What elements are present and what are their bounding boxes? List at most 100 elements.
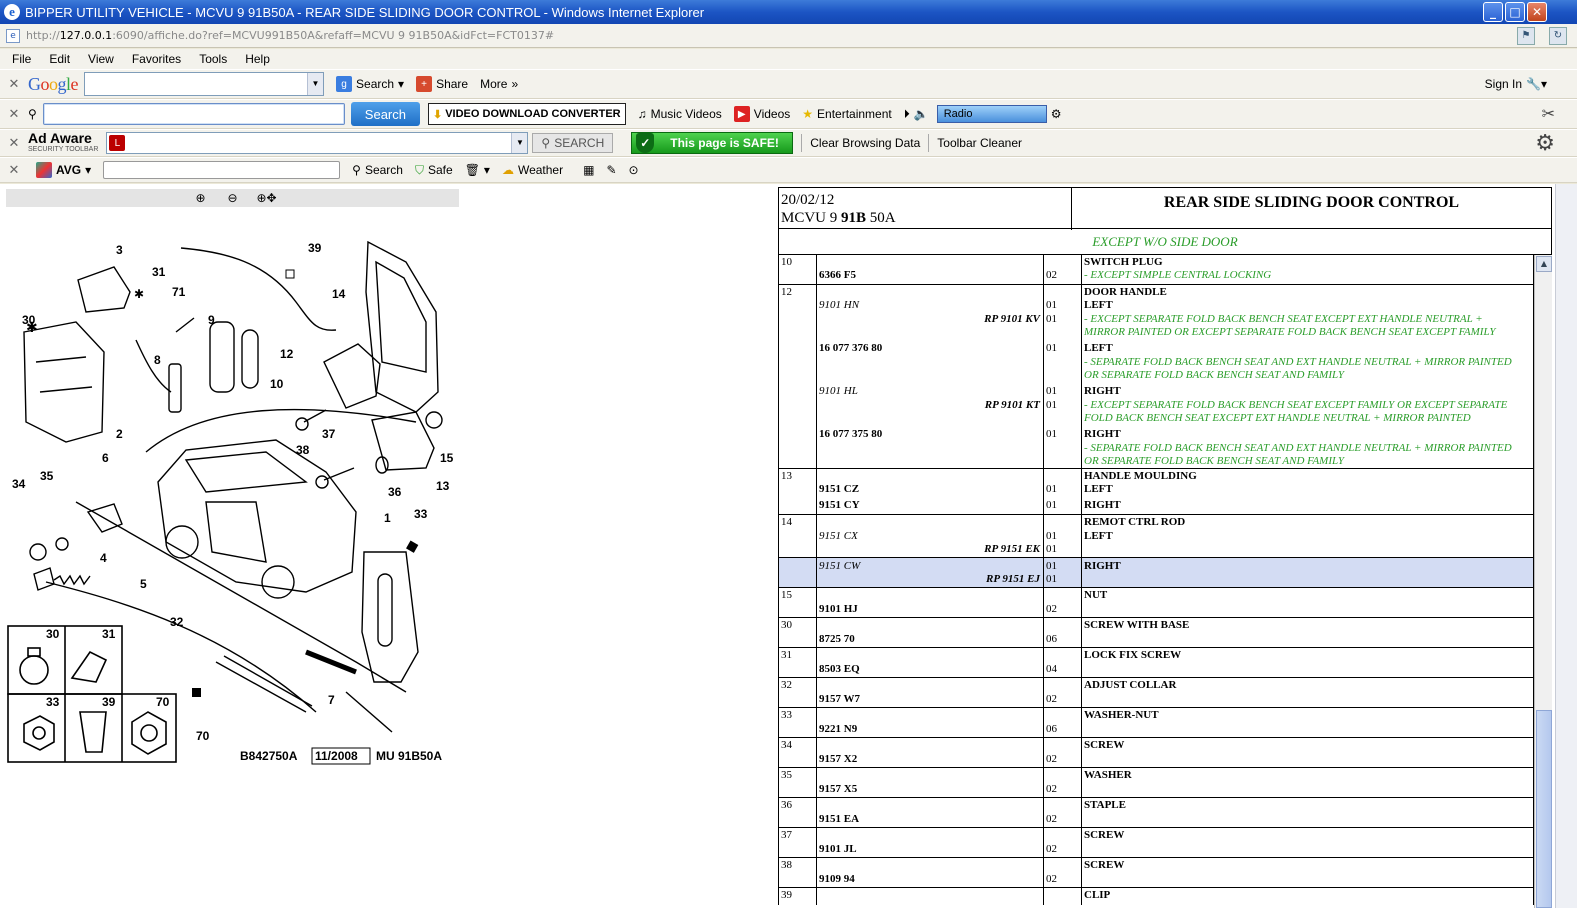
callout-label: 2 <box>116 427 123 441</box>
table-row[interactable]: 13 9151 CZ 9151 CY 01 01 HANDLE MOULDING LE… <box>779 469 1533 515</box>
weather-button[interactable]: ☁ Weather <box>502 163 563 177</box>
table-row[interactable]: 34 9157 X2 02 SCREW <box>779 738 1533 768</box>
parts-panel: 20/02/12 MCVU 9 91B 50A REAR SIDE SLIDIN… <box>778 187 1552 908</box>
table-row[interactable]: 31 8503 EQ 04 LOCK FIX SCREW <box>779 648 1533 678</box>
avg-safe-button[interactable]: ⛉ Safe <box>415 163 453 178</box>
scroll-up-icon[interactable]: ▲ <box>1536 256 1552 272</box>
zoom-toolbar: ⊕ ⊖ ⊕✥ <box>6 189 459 207</box>
search-icon: ⚲ <box>352 163 361 177</box>
maximize-button[interactable]: □ <box>1505 2 1525 22</box>
minimize-button[interactable]: _ <box>1483 2 1503 22</box>
table-row[interactable]: 15 9101 HJ 02 NUT <box>779 588 1533 618</box>
google-search-button[interactable]: g Search ▾ <box>336 76 404 92</box>
adaware-search-button[interactable]: ⚲ SEARCH <box>532 133 614 153</box>
menu-favorites[interactable]: Favorites <box>132 52 181 66</box>
chevron-down-icon[interactable]: ▼ <box>511 133 528 153</box>
calculator-icon[interactable]: ▦ <box>583 163 594 177</box>
tools-icon[interactable]: ✂ <box>1542 104 1555 124</box>
zoom-out-icon[interactable]: ⊖ <box>225 191 241 205</box>
table-row[interactable]: 35 9157 X5 02 WASHER <box>779 768 1533 798</box>
play-icon: ⏵ <box>903 106 910 121</box>
diagram-date: 11/2008 <box>315 749 358 763</box>
table-row[interactable]: 10 6366 F5 02 SWITCH PLUG - EXCEPT SIMPLE… <box>779 255 1533 285</box>
callout-label: 3 <box>116 243 123 257</box>
inset-label: 33 <box>46 695 60 709</box>
share-button[interactable]: + Share <box>416 76 468 92</box>
toolbar-cleaner-button[interactable]: Toolbar Cleaner <box>937 136 1022 150</box>
google-search-input[interactable]: ▼ <box>84 72 325 96</box>
page-safe-badge[interactable]: ✓ This page is SAFE! <box>631 132 794 154</box>
chevron-down-icon[interactable]: ▼ <box>307 73 324 95</box>
zoom-in-icon[interactable]: ⊕ <box>193 191 209 205</box>
toolbar-search-button[interactable]: Search <box>350 102 420 126</box>
entertainment-button[interactable]: ★ Entertainment <box>802 107 891 121</box>
gear-icon[interactable]: ⚙ <box>1535 130 1555 156</box>
sign-in-button[interactable]: Sign In 🔧▾ <box>1485 77 1547 91</box>
menu-file[interactable]: File <box>12 52 31 66</box>
parts-title: REAR SIDE SLIDING DOOR CONTROL <box>1163 194 1460 211</box>
callout-label: 10 <box>270 377 284 391</box>
weather-icon: ☁ <box>501 163 514 177</box>
diagram-ref: MU 91B50A <box>376 749 442 763</box>
quick-search-icon[interactable]: ⊙ <box>629 163 639 177</box>
google-toolbar: ✕ Google ▼ g Search ▾ + Share More » Sign … <box>0 69 1577 99</box>
close-toolbar-icon[interactable]: ✕ <box>0 135 28 151</box>
shield-icon: ⛉ <box>414 162 424 177</box>
close-toolbar-icon[interactable]: ✕ <box>0 106 28 122</box>
wrench-icon[interactable]: 🔧▾ <box>1526 77 1547 91</box>
table-row[interactable]: 14 9151 CX RP 9151 EK 01 01 REMOT CTRL ROD… <box>779 515 1533 558</box>
page-icon: e <box>6 28 20 43</box>
music-videos-button[interactable]: ♫ Music Videos <box>638 107 722 121</box>
table-row-selected[interactable]: 9151 CW RP 9151 EJ 01 01 RIGHT <box>779 558 1533 588</box>
clear-browsing-data-button[interactable]: Clear Browsing Data <box>810 136 920 150</box>
radio-player[interactable]: ⏵ 🔈 Radio ⚙ <box>903 105 1061 123</box>
table-row[interactable]: 32 9157 W7 02 ADJUST COLLAR <box>779 678 1533 708</box>
compatibility-icon[interactable]: ⚑ <box>1517 27 1535 45</box>
avg-toolbar: ✕ AVG ▾ ⚲ Search ⛉ Safe 🗑 ▾ ☁ Weather ▦ ✎ ⊙ <box>0 157 1577 183</box>
menu-tools[interactable]: Tools <box>199 52 227 66</box>
toolbar-search-input[interactable] <box>42 103 345 125</box>
page-scrollbar[interactable] <box>1555 184 1577 908</box>
video-download-converter-button[interactable]: ⬇ VIDEO DOWNLOAD CONVERTER <box>428 103 626 125</box>
url-text[interactable]: http://127.0.0.1:6090/affiche.do?ref=MCV… <box>26 29 554 42</box>
zoom-pan-icon[interactable]: ⊕✥ <box>257 191 277 205</box>
callout-label: 71 <box>172 285 186 299</box>
menu-bar: File Edit View Favorites Tools Help <box>0 49 1577 69</box>
close-toolbar-icon[interactable]: ✕ <box>0 76 28 92</box>
notepad-icon[interactable]: ✎ <box>606 163 616 177</box>
table-row[interactable]: 38 9109 94 02 SCREW <box>779 858 1533 888</box>
menu-view[interactable]: View <box>88 52 114 66</box>
callout-label: 32 <box>170 615 184 629</box>
table-row[interactable]: 33 9221 N9 06 WASHER-NUT <box>779 708 1533 738</box>
avg-search-input[interactable] <box>103 161 341 179</box>
callout-label: 4 <box>100 551 107 565</box>
trash-button[interactable]: 🗑 ▾ <box>465 163 490 177</box>
table-row[interactable]: 12 9101 HN RP 9101 KV 16 077 376 80 9101… <box>779 285 1533 469</box>
close-button[interactable]: ✕ <box>1527 2 1547 22</box>
table-row[interactable]: 39 CLIP <box>779 888 1533 905</box>
inset-label: 30 <box>46 627 60 641</box>
callout-label: 30 <box>22 313 36 327</box>
table-row[interactable]: 36 9151 EA 02 STAPLE <box>779 798 1533 828</box>
parts-scrollbar[interactable]: ▲ <box>1534 255 1552 908</box>
avg-search-button[interactable]: ⚲ Search <box>352 163 403 177</box>
avg-logo-button[interactable]: AVG ▾ <box>36 162 91 178</box>
parts-table[interactable]: 10 6366 F5 02 SWITCH PLUG - EXCEPT SIMPLE… <box>778 255 1534 905</box>
more-button[interactable]: More » <box>480 77 518 91</box>
table-row[interactable]: 30 8725 70 06 SCREW WITH BASE <box>779 618 1533 648</box>
menu-edit[interactable]: Edit <box>49 52 70 66</box>
callout-label: 9 <box>208 313 215 327</box>
star-icon: ★ <box>802 107 814 121</box>
address-bar[interactable]: e http://127.0.0.1:6090/affiche.do?ref=M… <box>0 24 1577 48</box>
callout-label: 39 <box>308 241 322 255</box>
scroll-thumb[interactable] <box>1536 710 1552 908</box>
videos-button[interactable]: ▶ Videos <box>733 106 790 122</box>
refresh-icon[interactable]: ↻ <box>1549 27 1567 45</box>
close-toolbar-icon[interactable]: ✕ <box>0 162 28 178</box>
exploded-parts-diagram[interactable]: ✱ ✱ 3 31 39 14 30 71 9 12 10 8 37 2 38 1… <box>6 212 462 772</box>
diagram-code: B842750A <box>240 749 298 763</box>
menu-help[interactable]: Help <box>245 52 270 66</box>
adaware-search-input[interactable]: L ▼ <box>106 132 529 154</box>
table-row[interactable]: 37 9101 JL 02 SCREW <box>779 828 1533 858</box>
model-code: MCVU 9 91B 50A <box>781 210 896 226</box>
